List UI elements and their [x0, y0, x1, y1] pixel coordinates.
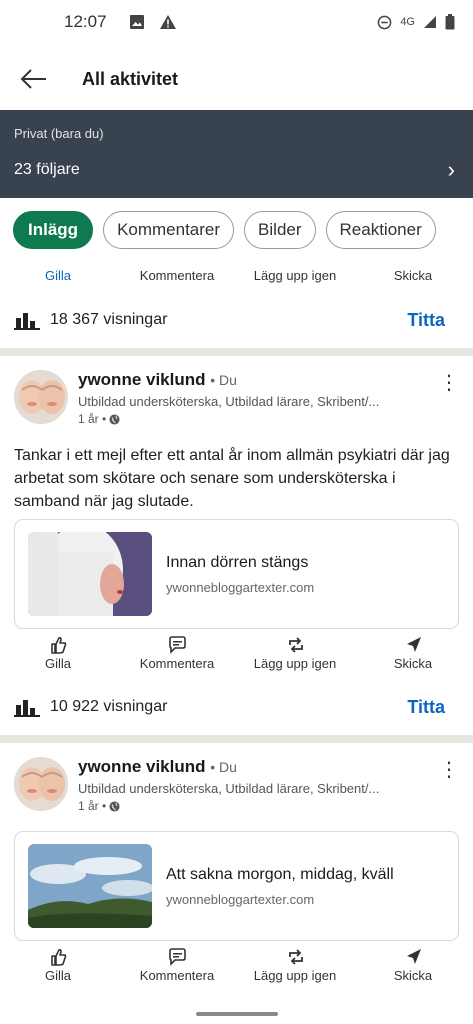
image-notification-icon	[129, 15, 144, 29]
post-time: 1 år •	[78, 799, 107, 813]
post-header: ywonne viklund • Du Utbildad undersköter…	[0, 757, 473, 821]
chip-posts[interactable]: Inlägg	[13, 211, 94, 249]
like-button[interactable]: Gilla	[0, 634, 118, 672]
globe-icon	[109, 800, 120, 812]
comment-label: Kommentera	[139, 268, 215, 283]
repost-button[interactable]: Lägg upp igen	[235, 258, 355, 284]
chip-reactions[interactable]: Reaktioner	[325, 211, 436, 249]
like-button[interactable]: Gilla	[0, 258, 118, 284]
send-icon	[407, 949, 421, 964]
home-indicator[interactable]	[196, 1012, 278, 1016]
globe-icon	[109, 413, 120, 425]
send-button[interactable]: Skicka	[353, 946, 473, 984]
link-preview-card[interactable]: Att sakna morgon, middag, kväll ywonnebl…	[14, 831, 459, 941]
repost-button[interactable]: Lägg upp igen	[235, 946, 355, 984]
like-label: Gilla	[44, 656, 71, 671]
bar-chart-icon	[14, 700, 40, 717]
link-title: Innan dörren stängs	[166, 554, 309, 571]
like-button[interactable]: Gilla	[0, 946, 118, 984]
more-options-icon[interactable]: ⋮	[439, 372, 459, 396]
like-label: Gilla	[44, 968, 71, 983]
thumbs-up-icon	[51, 948, 67, 966]
followers-banner[interactable]: Privat (bara du) 23 följare ›	[0, 110, 473, 198]
link-title: Att sakna morgon, middag, kväll	[166, 866, 394, 883]
repost-icon	[289, 949, 303, 965]
post-time: 1 år •	[78, 412, 107, 426]
connection-degree: • Du	[210, 759, 237, 775]
connection-degree: • Du	[210, 372, 237, 388]
author-headline: Utbildad undersköterska, Utbildad lärare…	[78, 394, 380, 409]
send-button[interactable]: Skicka	[353, 258, 473, 284]
signal-icon	[424, 16, 436, 28]
comment-icon	[169, 636, 186, 654]
battery-icon	[445, 14, 455, 30]
repost-label: Lägg upp igen	[253, 656, 337, 671]
views-count: 10 922 visningar	[50, 698, 168, 715]
post-actions-top: Gilla Kommentera Lägg upp igen Skicka	[0, 258, 473, 288]
repost-label: Lägg upp igen	[253, 968, 337, 983]
comment-label: Kommentera	[139, 968, 215, 983]
do-not-disturb-icon	[377, 15, 392, 29]
chip-images[interactable]: Bilder	[244, 211, 316, 249]
followers-count: 23 följare	[14, 161, 80, 178]
comment-button[interactable]: Kommentera	[117, 634, 237, 672]
feed-divider	[0, 735, 473, 743]
comment-button[interactable]: Kommentera	[117, 946, 237, 984]
avatar[interactable]	[14, 370, 68, 424]
link-thumbnail	[28, 532, 152, 616]
send-button[interactable]: Skicka	[353, 634, 473, 672]
repost-label: Lägg upp igen	[253, 268, 337, 283]
network-type: 4G	[400, 16, 415, 28]
send-icon	[407, 637, 421, 652]
bar-chart-icon	[14, 313, 40, 330]
status-time: 12:07	[64, 12, 107, 31]
repost-icon	[289, 637, 303, 653]
avatar[interactable]	[14, 757, 68, 811]
author-headline: Utbildad undersköterska, Utbildad lärare…	[78, 781, 380, 796]
warning-icon	[159, 15, 176, 29]
thumbs-up-icon	[51, 636, 67, 654]
privacy-label: Privat (bara du)	[14, 126, 104, 141]
top-app-bar: All aktivitet	[0, 50, 473, 108]
page-title: All aktivitet	[82, 68, 179, 89]
link-thumbnail	[28, 844, 152, 928]
avatar-image	[14, 757, 68, 811]
views-count: 18 367 visningar	[50, 311, 168, 328]
chip-comments[interactable]: Kommentarer	[103, 211, 235, 249]
more-options-icon[interactable]: ⋮	[439, 759, 459, 783]
send-label: Skicka	[393, 656, 433, 671]
back-button[interactable]	[0, 50, 64, 108]
link-preview-card[interactable]: Innan dörren stängs ywonnebloggartexter.…	[14, 519, 459, 629]
post-header: ywonne viklund • Du Utbildad undersköter…	[0, 370, 473, 434]
chevron-right-icon: ›	[447, 157, 455, 182]
post-actions: Gilla Kommentera Lägg upp igen Skicka	[0, 634, 473, 678]
post-body: Tankar i ett mejl efter ett antal år ino…	[14, 447, 450, 510]
feed-divider	[0, 348, 473, 356]
view-analytics-link[interactable]: Titta	[407, 697, 445, 718]
post-actions: Gilla Kommentera Lägg upp igen Skicka	[0, 946, 473, 990]
status-bar: 12:07 4G	[0, 0, 473, 44]
like-label: Gilla	[44, 268, 71, 283]
arrow-back-icon	[20, 69, 46, 89]
view-analytics-link[interactable]: Titta	[407, 310, 445, 331]
views-row: 18 367 visningar Titta	[0, 302, 473, 338]
views-row: 10 922 visningar Titta	[0, 689, 473, 725]
send-label: Skicka	[393, 968, 433, 983]
author-name[interactable]: ywonne viklund	[78, 370, 206, 389]
comment-label: Kommentera	[139, 656, 215, 671]
comment-button[interactable]: Kommentera	[117, 258, 237, 284]
filter-chips: Inlägg Kommentarer Bilder Reaktioner	[13, 211, 436, 249]
comment-icon	[169, 948, 186, 966]
send-label: Skicka	[393, 268, 433, 283]
repost-button[interactable]: Lägg upp igen	[235, 634, 355, 672]
author-name[interactable]: ywonne viklund	[78, 757, 206, 776]
avatar-image	[14, 370, 68, 424]
link-domain: ywonnebloggartexter.com	[166, 892, 315, 907]
link-domain: ywonnebloggartexter.com	[166, 580, 315, 595]
